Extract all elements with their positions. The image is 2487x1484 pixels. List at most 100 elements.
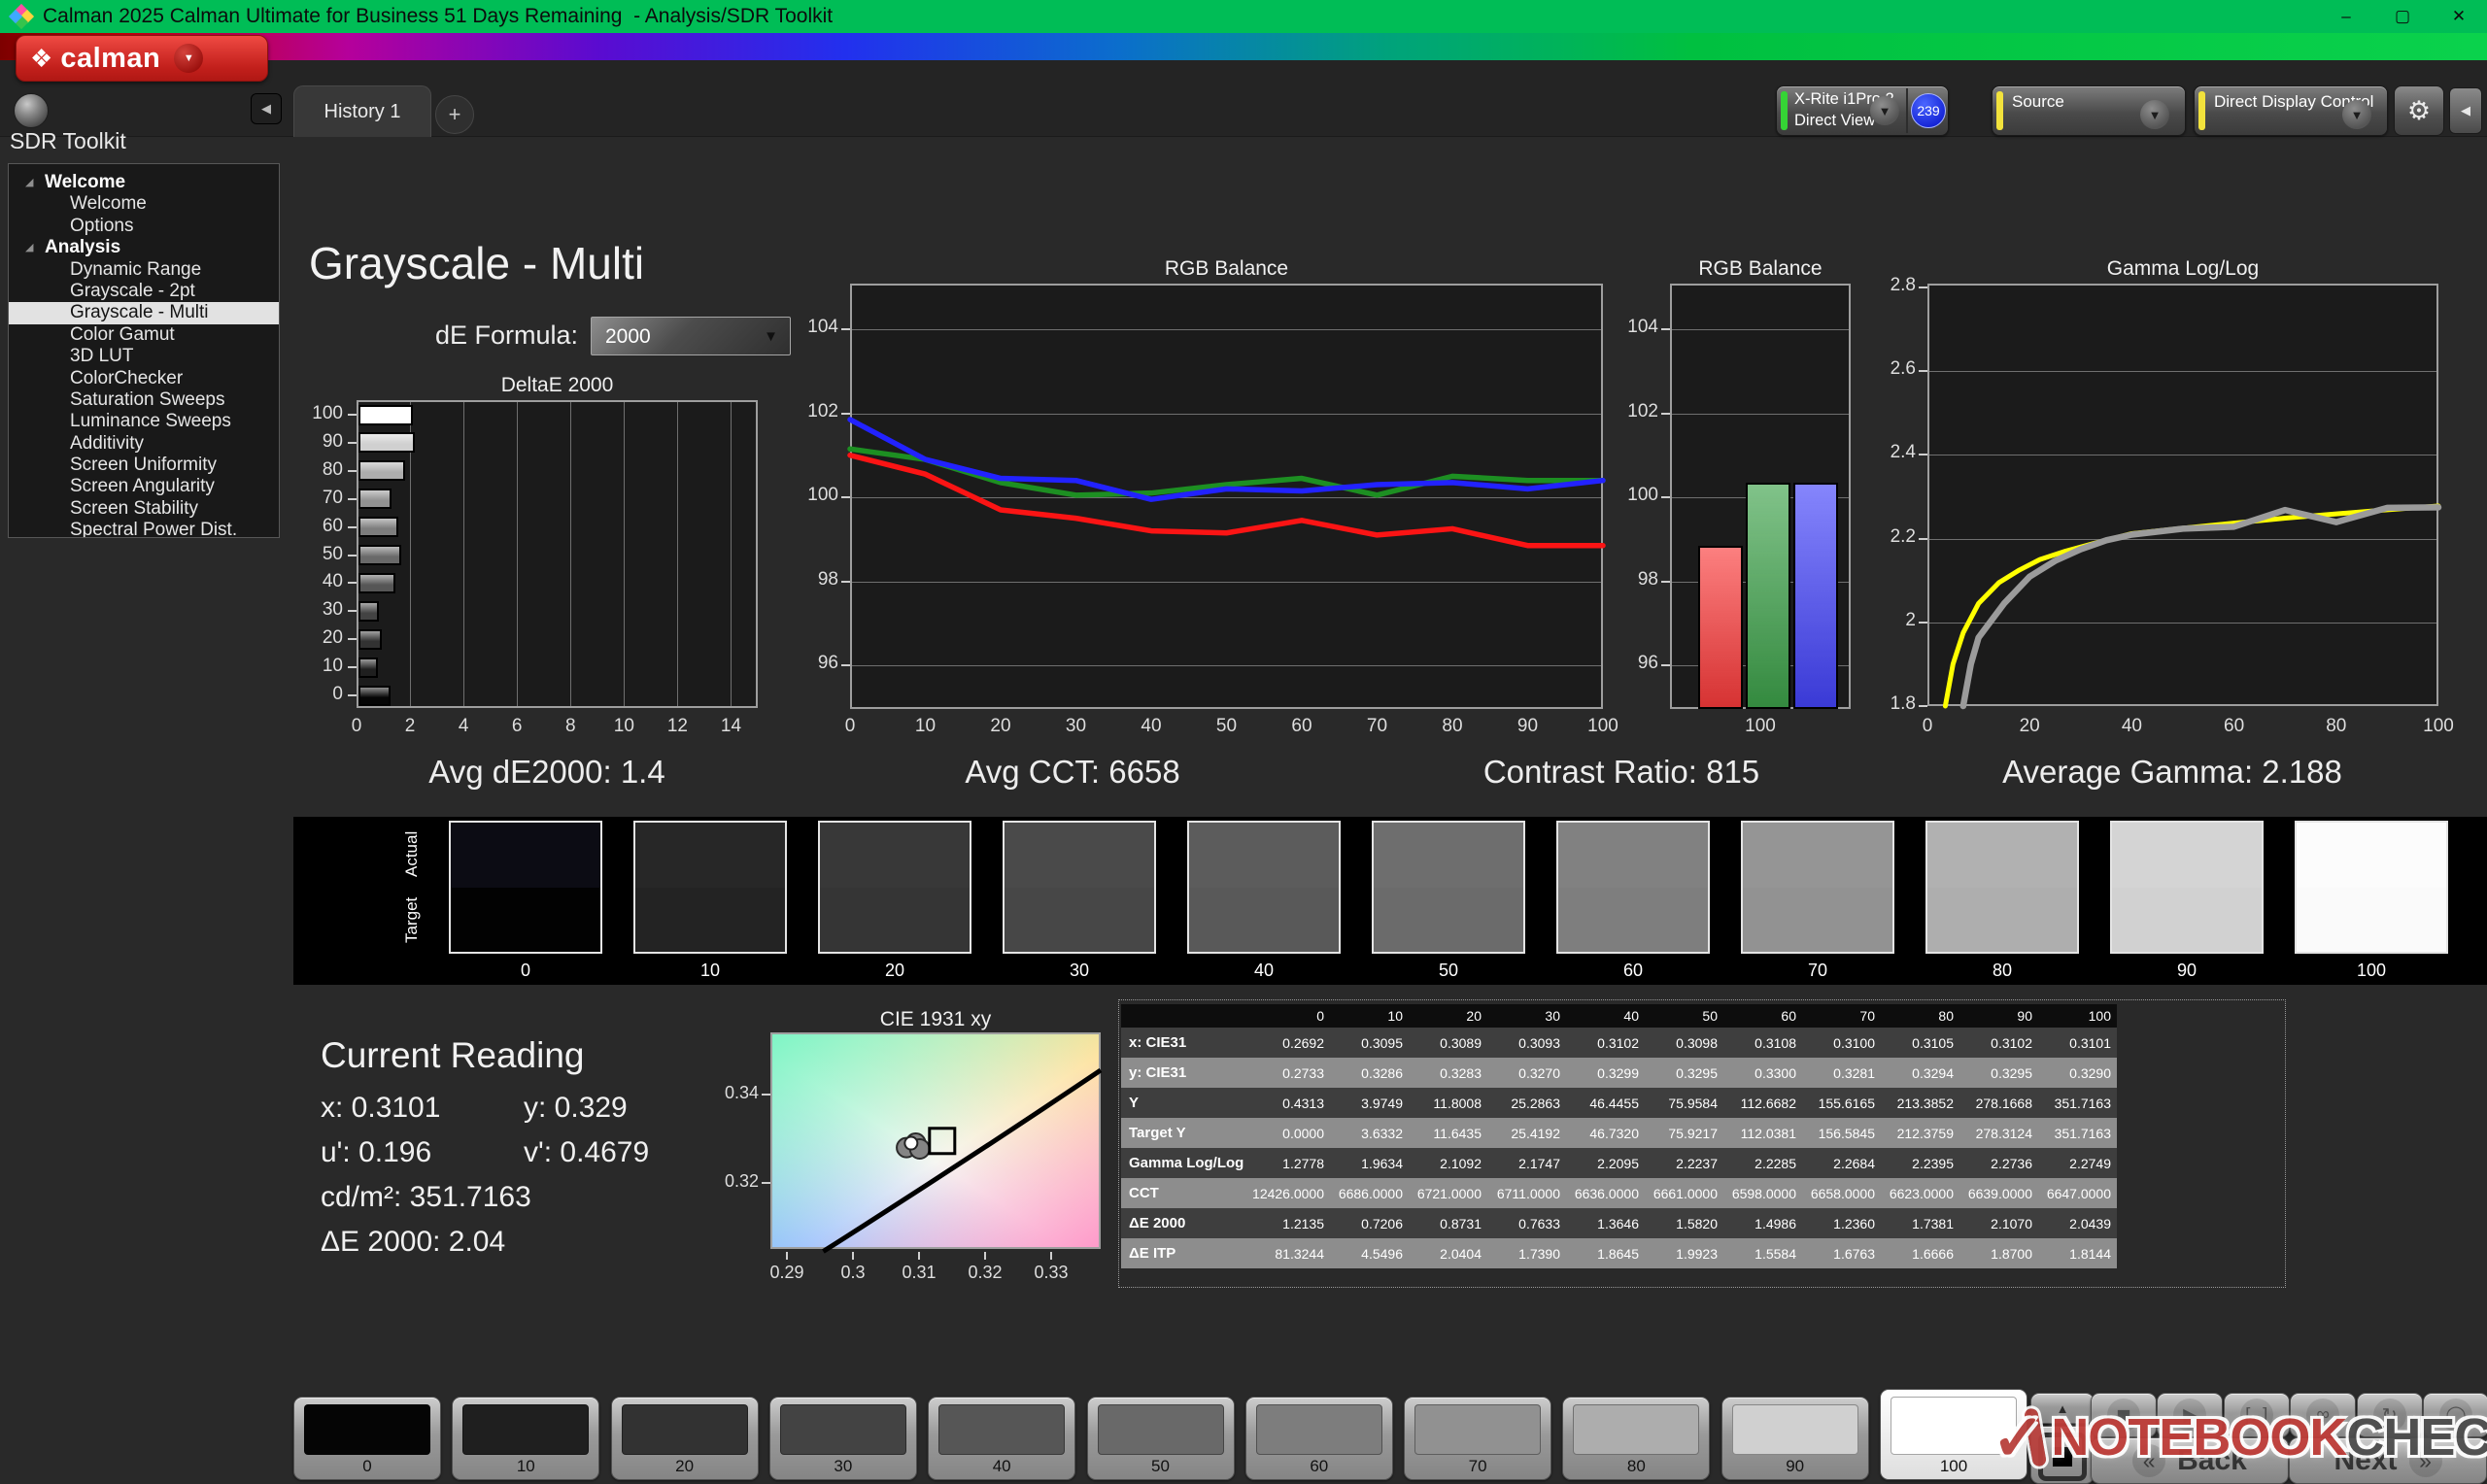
deltae-y-tick: 10 — [296, 656, 343, 677]
table-cell: 0.3101 — [2038, 1028, 2117, 1058]
gamma-y-tick: 2 — [1871, 610, 1916, 631]
swatch-level-label: 10 — [633, 961, 787, 981]
meter-count-badge[interactable]: 239 — [1911, 93, 1946, 128]
pattern-button-30[interactable]: 30 — [769, 1397, 917, 1480]
meter-separator — [1906, 88, 1908, 133]
sidebar-item-colorchecker[interactable]: ColorChecker — [9, 368, 279, 389]
table-cell: 2.2395 — [1881, 1148, 1959, 1178]
deltae-y-tick: 40 — [296, 571, 343, 592]
sidebar-item-grayscale-multi[interactable]: Grayscale - Multi — [9, 302, 279, 323]
expander-icon[interactable]: ◢ — [25, 237, 33, 258]
gamma-chart-title: Gamma Log/Log — [1927, 257, 2438, 281]
expander-icon[interactable]: ◢ — [25, 172, 33, 193]
swatch-actual — [1189, 823, 1339, 888]
display-control-chevron-down-icon[interactable]: ▼ — [2342, 100, 2371, 129]
pattern-button-60[interactable]: 60 — [1245, 1397, 1393, 1480]
rgb-line-x-tick: 100 — [1582, 716, 1624, 737]
sidebar-item-screen-uniformity[interactable]: Screen Uniformity — [9, 455, 279, 476]
pattern-button-10[interactable]: 10 — [452, 1397, 599, 1480]
sidebar-item-grayscale-2pt[interactable]: Grayscale - 2pt — [9, 281, 279, 302]
display-control-dropdown[interactable]: Direct Display Control ▼ — [2194, 85, 2388, 136]
sidebar-collapse-icon[interactable]: ◀ — [251, 93, 282, 124]
meter-chevron-down-icon[interactable]: ▼ — [1870, 96, 1899, 125]
target-row-label: Target — [402, 887, 422, 954]
add-tab-button[interactable]: + — [435, 95, 474, 134]
toolbar-button-6[interactable]: ◯ — [2423, 1393, 2487, 1437]
pattern-button-90[interactable]: 90 — [1721, 1397, 1869, 1480]
rgb-line-y-tickmark — [841, 581, 850, 583]
calman-menu-chevron-icon[interactable]: ▼ — [174, 44, 203, 73]
rgb-bar-green — [1746, 483, 1790, 709]
swatch-target — [635, 888, 785, 953]
tab-history-1[interactable]: History 1 — [293, 85, 431, 137]
toolbar-button-1[interactable]: ◼ — [2091, 1393, 2157, 1437]
deltae-bar — [358, 629, 382, 650]
sidebar-item-luminance-sweeps[interactable]: Luminance Sweeps — [9, 411, 279, 432]
sidebar-item-options[interactable]: Options — [9, 216, 279, 237]
tree-group-welcome[interactable]: ◢Welcome — [9, 172, 279, 193]
pattern-button-80[interactable]: 80 — [1562, 1397, 1710, 1480]
sidebar-item-additivity[interactable]: Additivity — [9, 433, 279, 455]
average-gamma-stat: Average Gamma: 2.188 — [2002, 754, 2342, 791]
sidebar-item-spectral-power-dist-[interactable]: Spectral Power Dist. — [9, 520, 279, 538]
back-button[interactable]: « Back — [2091, 1437, 2289, 1484]
deltae-gridline — [570, 402, 571, 706]
toolbar-button-5[interactable]: ↻ — [2357, 1393, 2423, 1437]
meter-status-stripe — [1781, 91, 1788, 130]
table-cell: 81.3244 — [1251, 1238, 1330, 1268]
grayscale-swatch-50 — [1372, 821, 1525, 954]
pattern-patch — [304, 1404, 430, 1455]
table-cell: 3.9749 — [1330, 1088, 1409, 1118]
table-cell: 2.2736 — [1959, 1148, 2038, 1178]
sidebar-item-3d-lut[interactable]: 3D LUT — [9, 346, 279, 367]
sidebar-item-screen-stability[interactable]: Screen Stability — [9, 498, 279, 520]
sidebar-orb-button[interactable] — [14, 93, 49, 128]
source-dropdown[interactable]: Source ▼ — [1992, 85, 2186, 136]
calman-logo-button[interactable]: ❖ calman ▼ — [16, 35, 268, 82]
window-frame-icon — [2038, 1433, 2087, 1481]
deltae-y-tick: 50 — [296, 544, 343, 565]
deltae-bar — [358, 545, 401, 565]
maximize-icon[interactable]: ▢ — [2374, 0, 2431, 33]
swatch-level-label: 80 — [1925, 961, 2079, 981]
pattern-level-label: 60 — [1246, 1457, 1392, 1476]
minimize-icon[interactable]: – — [2318, 0, 2374, 33]
sidebar-item-welcome[interactable]: Welcome — [9, 193, 279, 215]
toolbar-button-2[interactable]: ▶ — [2157, 1393, 2223, 1437]
pattern-button-20[interactable]: 20 — [611, 1397, 759, 1480]
table-col-header: 100 — [2038, 1004, 2117, 1028]
sidebar-item-saturation-sweeps[interactable]: Saturation Sweeps — [9, 389, 279, 411]
calman-app-window: Calman 2025 Calman Ultimate for Business… — [0, 0, 2487, 1484]
meter-mode: Direct View — [1794, 112, 1875, 130]
pattern-button-100[interactable]: 100 — [1880, 1389, 2027, 1480]
gamma-x-tick: 60 — [2213, 716, 2256, 737]
toolbar-button-3[interactable]: [‥] — [2224, 1393, 2290, 1437]
tree-group-analysis[interactable]: ◢Analysis — [9, 237, 279, 258]
sidebar-item-color-gamut[interactable]: Color Gamut — [9, 324, 279, 346]
pattern-patch — [1414, 1404, 1541, 1455]
gamma-x-tick: 100 — [2417, 716, 2460, 737]
source-chevron-down-icon[interactable]: ▼ — [2140, 100, 2169, 129]
pattern-button-70[interactable]: 70 — [1404, 1397, 1551, 1480]
pattern-window-up-button[interactable]: ▲ — [2030, 1393, 2095, 1424]
rgb-line-series — [850, 284, 1603, 709]
pattern-button-0[interactable]: 0 — [293, 1397, 441, 1480]
de-formula-select[interactable]: 2000 ▼ — [591, 317, 791, 355]
gear-icon[interactable]: ⚙ — [2394, 85, 2444, 136]
pattern-button-50[interactable]: 50 — [1087, 1397, 1235, 1480]
sidebar-item-screen-angularity[interactable]: Screen Angularity — [9, 476, 279, 497]
pattern-window-button[interactable] — [2030, 1426, 2095, 1484]
deltae-y-tickmark — [348, 498, 357, 500]
table-cell: 0.3281 — [1802, 1058, 1881, 1088]
toolbar-button-4[interactable]: ∞ — [2290, 1393, 2356, 1437]
pattern-button-40[interactable]: 40 — [928, 1397, 1075, 1480]
sidebar-item-dynamic-range[interactable]: Dynamic Range — [9, 259, 279, 281]
pattern-patch — [622, 1404, 748, 1455]
table-cell: 0.7633 — [1487, 1208, 1566, 1238]
panel-collapse-icon[interactable]: ◀ — [2449, 87, 2482, 134]
meter-dropdown[interactable]: X-Rite i1Pro 2 Direct View ▼ 239 — [1776, 85, 1949, 136]
measurement-table-box: 0102030405060708090100x: CIE310.26920.30… — [1118, 999, 2286, 1288]
close-icon[interactable]: ✕ — [2431, 0, 2487, 33]
deltae-gridline — [731, 402, 732, 706]
next-button[interactable]: Next » — [2289, 1437, 2487, 1484]
